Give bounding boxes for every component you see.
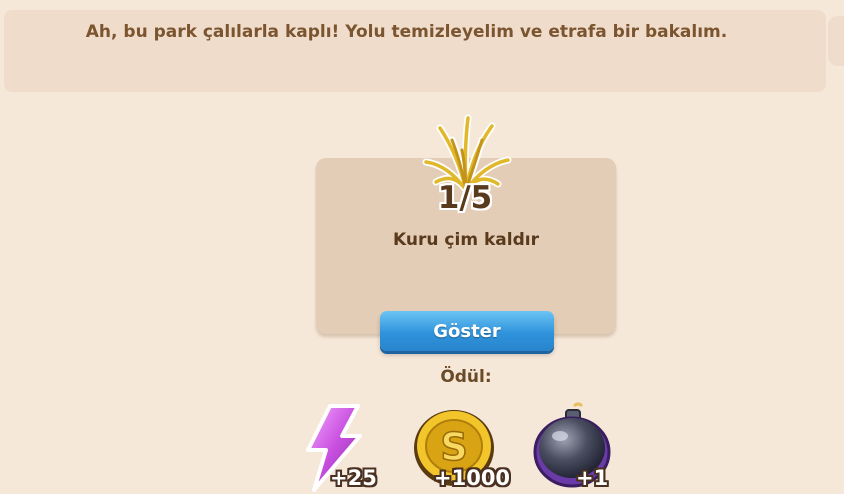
reward-energy-amount: +25	[330, 466, 377, 490]
reward-energy: +25	[300, 400, 390, 494]
reward-bomb-amount: +1	[576, 466, 609, 490]
reward-title: Ödül:	[440, 367, 492, 387]
svg-text:S: S	[440, 425, 467, 469]
task-progress: 1/5	[437, 180, 493, 216]
reward-bomb: +1	[530, 400, 620, 494]
task-label: Kuru çim kaldır	[393, 230, 539, 250]
reward-coins: S +1000	[410, 400, 520, 494]
dialog-text: Ah, bu park çalılarla kaplı! Yolu temizl…	[85, 22, 728, 42]
show-button[interactable]: Göster	[380, 311, 554, 351]
dialog-box: Ah, bu park çalılarla kaplı! Yolu temizl…	[4, 10, 826, 92]
reward-coins-amount: +1000	[434, 466, 511, 490]
side-panel-edge	[828, 16, 844, 66]
